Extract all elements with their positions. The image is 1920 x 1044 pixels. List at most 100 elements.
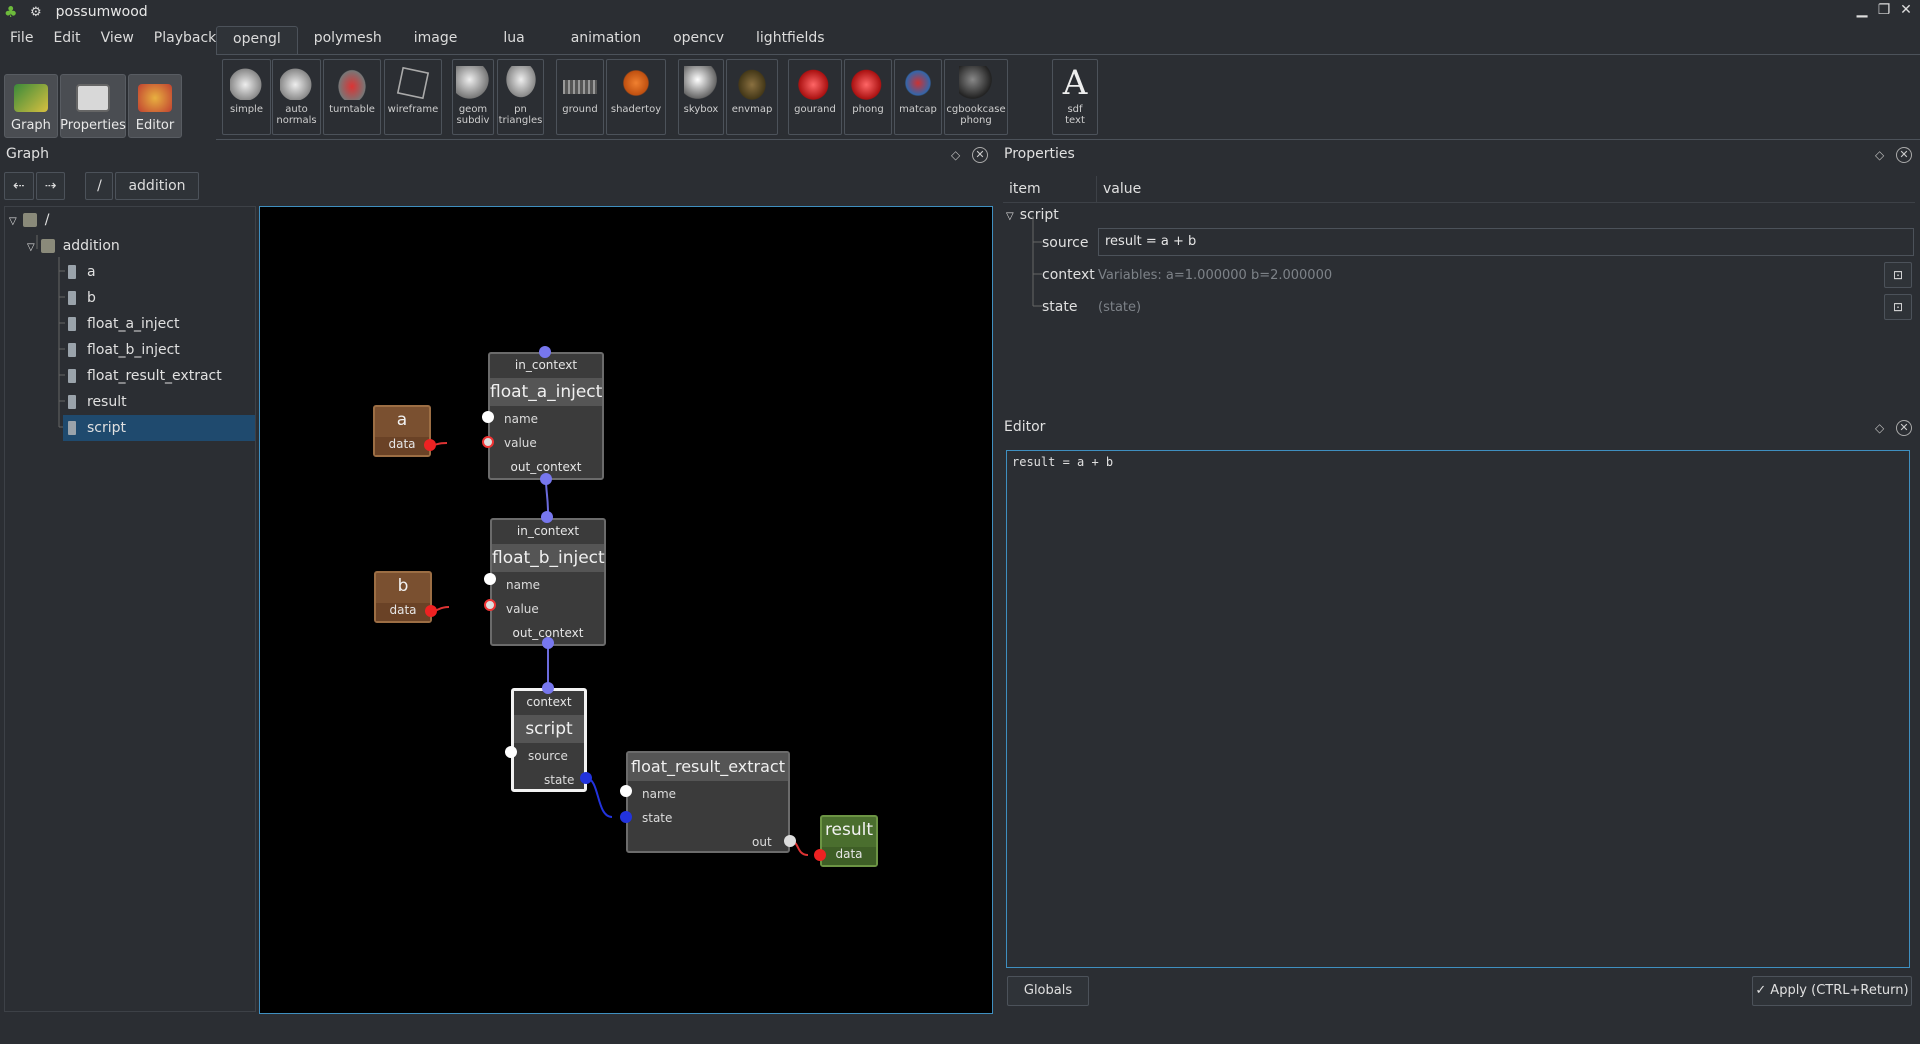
port-extract-state[interactable] — [620, 811, 632, 823]
restore-icon[interactable]: ❐ — [1874, 2, 1894, 22]
port-float-b-in-context[interactable] — [541, 511, 553, 523]
tree-item-float-result-extract[interactable]: float_result_extract — [65, 363, 255, 389]
graph-node-result[interactable]: result data — [820, 815, 878, 867]
tab-lightfields[interactable]: lightfields — [740, 26, 841, 54]
shelf-turntable[interactable]: turntable — [323, 59, 381, 135]
teapot-red-icon — [798, 66, 832, 100]
port-script-source[interactable] — [505, 746, 517, 758]
tree-item-b[interactable]: b — [65, 285, 255, 311]
shelf-phong[interactable]: phong — [844, 59, 892, 135]
comment-icon: ⊡ — [1892, 268, 1904, 282]
port-float-b-name[interactable] — [484, 573, 496, 585]
tab-lua[interactable]: lua — [473, 26, 554, 54]
forward-button[interactable]: ⇢ — [35, 172, 66, 200]
shelf-skybox[interactable]: skybox — [678, 59, 724, 135]
menu-file[interactable]: File — [0, 26, 43, 52]
port-extract-out[interactable] — [784, 835, 796, 847]
port-script-context[interactable] — [542, 682, 554, 694]
menu-view[interactable]: View — [91, 26, 144, 52]
graph-node-script[interactable]: context script source state — [511, 688, 587, 792]
code-editor[interactable]: result = a + b — [1006, 450, 1910, 968]
port-b-data[interactable] — [425, 605, 437, 617]
port-float-a-out-context[interactable] — [540, 473, 552, 485]
port-script-state[interactable] — [580, 772, 592, 784]
shelf-ground[interactable]: ground — [556, 59, 604, 135]
window-title: possumwood — [55, 4, 148, 20]
port-float-b-out-context[interactable] — [542, 637, 554, 649]
shelf-geom-subdiv[interactable]: geom subdiv — [452, 59, 494, 135]
properties-icon — [76, 84, 110, 112]
tab-opengl[interactable]: opengl — [216, 26, 298, 54]
graph-node-a[interactable]: a data — [373, 405, 431, 457]
context-edit-button[interactable]: ⊡ — [1884, 262, 1912, 288]
shelf-gourand[interactable]: gourand — [788, 59, 842, 135]
graph-node-float-a-inject[interactable]: in_context float_a_inject name value out… — [488, 352, 604, 480]
breadcrumb-root[interactable]: / — [85, 172, 114, 200]
breadcrumb-current[interactable]: addition — [115, 172, 199, 200]
globals-button[interactable]: Globals — [1007, 976, 1089, 1006]
apply-button[interactable]: ✓ Apply (CTRL+Return) — [1752, 976, 1912, 1006]
tree-item-float-b-inject[interactable]: float_b_inject — [65, 337, 255, 363]
node-icon — [68, 421, 76, 435]
shadertoy-icon — [619, 66, 653, 100]
state-edit-button[interactable]: ⊡ — [1884, 294, 1912, 320]
sphere-icon — [959, 66, 993, 100]
menu-edit[interactable]: Edit — [43, 26, 90, 52]
port-result-data[interactable] — [814, 849, 826, 861]
tree-item-addition[interactable]: ▽ addition — [27, 233, 247, 259]
float-panel-icon[interactable]: ◇ — [1875, 148, 1884, 162]
graph-node-float-b-inject[interactable]: in_context float_b_inject name value out… — [490, 518, 606, 646]
shelf-envmap[interactable]: envmap — [726, 59, 778, 135]
letter-a-icon: A — [1062, 63, 1088, 103]
close-panel-icon[interactable]: ✕ — [1896, 147, 1912, 163]
shelf-matcap[interactable]: matcap — [894, 59, 942, 135]
port-float-a-name[interactable] — [482, 411, 494, 423]
app-icon: ♣ — [4, 3, 18, 21]
shelf-sdf-text[interactable]: Asdf text — [1052, 59, 1098, 135]
column-item: item — [1003, 176, 1097, 202]
property-label-state: state — [1042, 299, 1078, 315]
figure-icon — [901, 66, 935, 100]
tree-item-script[interactable]: script — [63, 415, 255, 441]
graph-node-float-result-extract[interactable]: float_result_extract name state out — [626, 751, 790, 853]
port-a-data[interactable] — [424, 439, 436, 451]
tree-item-root[interactable]: ▽ / — [9, 207, 249, 233]
port-float-a-value[interactable] — [482, 436, 494, 448]
menu-playback[interactable]: Playback — [144, 26, 226, 52]
tab-polymesh[interactable]: polymesh — [298, 26, 398, 54]
shelf-pn-triangles[interactable]: pn triangles — [497, 59, 544, 135]
shelf-wireframe[interactable]: wireframe — [384, 59, 442, 135]
tab-animation[interactable]: animation — [555, 26, 657, 54]
minimize-icon[interactable]: ▁ — [1852, 2, 1872, 22]
node-icon — [68, 395, 76, 409]
node-graph-canvas[interactable]: a data b data in_context float_a_inject … — [259, 206, 993, 1014]
graph-node-b[interactable]: b data — [374, 571, 432, 623]
port-float-b-value[interactable] — [484, 599, 496, 611]
float-panel-icon[interactable]: ◇ — [1875, 421, 1884, 435]
close-panel-icon[interactable]: ✕ — [1896, 420, 1912, 436]
tree-item-float-a-inject[interactable]: float_a_inject — [65, 311, 255, 337]
context-value: Variables: a=1.000000 b=2.000000 — [1098, 268, 1333, 283]
comment-icon: ⊡ — [1892, 300, 1904, 314]
tab-image[interactable]: image — [398, 26, 474, 54]
shelf-simple[interactable]: simple — [222, 59, 271, 135]
tab-opencv[interactable]: opencv — [657, 26, 740, 54]
port-float-a-in-context[interactable] — [539, 346, 551, 358]
editor-button[interactable]: Editor — [128, 74, 182, 138]
editor-panel-title: Editor — [1004, 419, 1046, 435]
shelf-cgbookcase-phong[interactable]: cgbookcase phong — [944, 59, 1008, 135]
node-tree: ▽ / ▽ addition a b float_a_inject float_b_… — [4, 206, 256, 1012]
close-window-icon[interactable]: ✕ — [1896, 2, 1916, 22]
source-field[interactable]: result = a + b — [1098, 228, 1914, 256]
tree-item-result[interactable]: result — [65, 389, 255, 415]
gear-icon[interactable]: ⚙ — [30, 5, 42, 20]
shelf-auto-normals[interactable]: auto normals — [272, 59, 321, 135]
float-panel-icon[interactable]: ◇ — [951, 148, 960, 162]
port-extract-name[interactable] — [620, 785, 632, 797]
back-button[interactable]: ⇠ — [4, 172, 34, 200]
graph-button[interactable]: Graph — [4, 74, 58, 138]
tree-item-a[interactable]: a — [65, 259, 255, 285]
shelf-shadertoy[interactable]: shadertoy — [606, 59, 666, 135]
properties-button[interactable]: Properties — [60, 74, 126, 138]
close-panel-icon[interactable]: ✕ — [972, 147, 988, 163]
